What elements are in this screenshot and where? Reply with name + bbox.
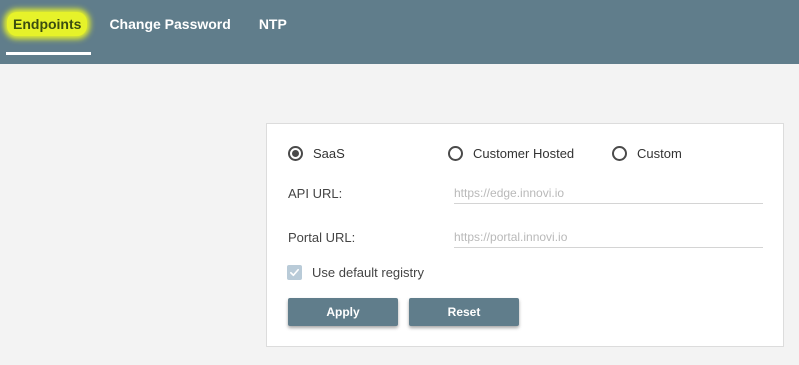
radio-saas[interactable]: SaaS [288, 146, 345, 161]
apply-button[interactable]: Apply [288, 298, 398, 326]
use-default-registry-checkbox[interactable]: Use default registry [287, 265, 424, 280]
tab-endpoints-label: Endpoints [7, 12, 88, 36]
portal-url-label: Portal URL: [288, 230, 356, 245]
radio-custom[interactable]: Custom [612, 146, 682, 161]
radio-unselected-icon [612, 146, 627, 161]
tab-ntp-label: NTP [258, 16, 287, 32]
top-tab-bar: Endpoints Change Password NTP [0, 0, 799, 64]
endpoints-settings-page: Endpoints Change Password NTP SaaS Custo… [0, 0, 799, 365]
use-default-registry-label: Use default registry [312, 265, 424, 280]
portal-url-input[interactable] [454, 226, 763, 248]
radio-customer-hosted-label: Customer Hosted [473, 146, 575, 161]
radio-custom-label: Custom [637, 146, 682, 161]
api-url-input[interactable] [454, 182, 763, 204]
tab-change-password[interactable]: Change Password [95, 0, 244, 56]
endpoint-type-radio-group: SaaS Customer Hosted Custom [288, 146, 763, 164]
reset-button[interactable]: Reset [409, 298, 519, 326]
check-icon [287, 265, 302, 280]
tab-change-password-label: Change Password [109, 16, 231, 32]
radio-unselected-icon [448, 146, 463, 161]
radio-customer-hosted[interactable]: Customer Hosted [448, 146, 574, 161]
radio-saas-label: SaaS [313, 146, 345, 161]
tab-endpoints[interactable]: Endpoints [0, 0, 95, 56]
endpoints-card: SaaS Customer Hosted Custom API URL: Por… [266, 123, 784, 347]
api-url-label: API URL: [288, 186, 343, 201]
tab-ntp[interactable]: NTP [245, 0, 301, 56]
radio-selected-icon [288, 146, 303, 161]
